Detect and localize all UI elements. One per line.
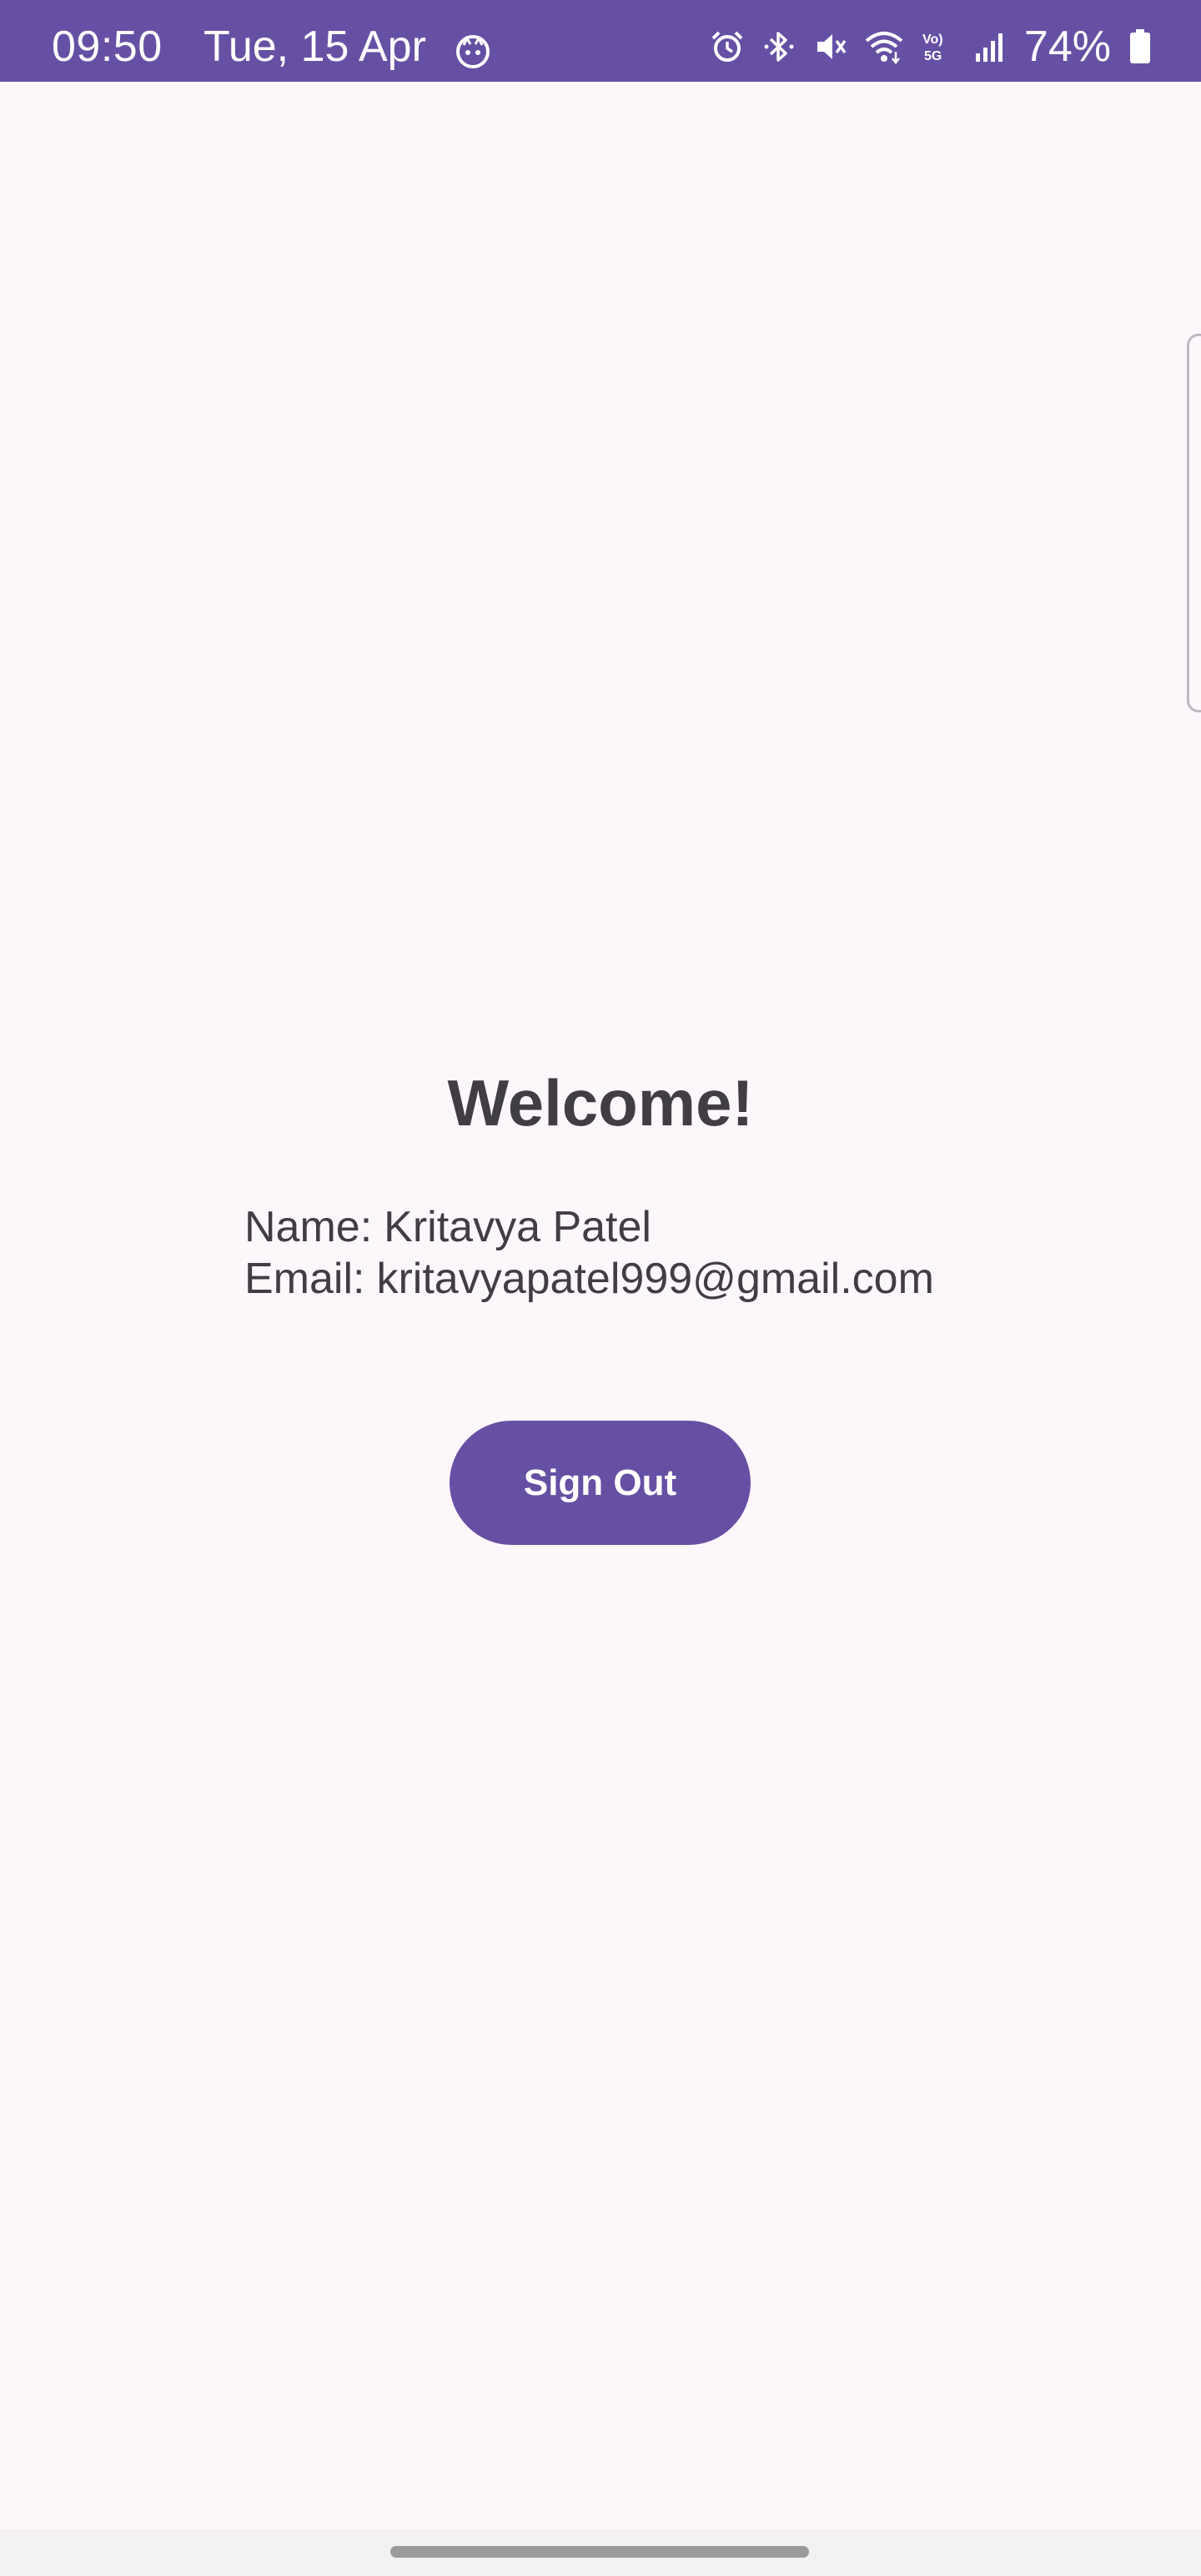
status-icons: Vo) 5G 74% bbox=[709, 22, 1151, 72]
app-notification-icon bbox=[456, 35, 490, 68]
volte-5g-icon: Vo) 5G bbox=[922, 33, 943, 63]
signal-icon bbox=[975, 33, 1003, 62]
screen: 09:50 Tue, 15 Apr Vo) 5G 74% Welcome! Na… bbox=[0, 0, 1201, 2576]
name-value: Kritavya Patel bbox=[384, 1203, 651, 1251]
status-bar: 09:50 Tue, 15 Apr Vo) 5G 74% bbox=[0, 0, 1201, 82]
email-label: Email: bbox=[244, 1255, 365, 1303]
status-date: Tue, 15 Apr bbox=[204, 23, 426, 71]
user-info: Name: Kritavya Patel Email: kritavyapate… bbox=[244, 1201, 934, 1305]
email-row: Email: kritavyapatel999@gmail.com bbox=[244, 1253, 934, 1305]
page-title: Welcome! bbox=[447, 1066, 754, 1140]
mute-icon bbox=[817, 34, 847, 59]
wifi-icon bbox=[865, 32, 903, 65]
svg-text:Vo): Vo) bbox=[922, 33, 943, 47]
battery-percent: 74% bbox=[1023, 23, 1111, 71]
name-label: Name: bbox=[244, 1203, 373, 1251]
navigation-bar bbox=[0, 2529, 1201, 2576]
status-time: 09:50 bbox=[52, 23, 163, 71]
email-value: kritavyapatel999@gmail.com bbox=[376, 1255, 934, 1303]
svg-text:5G: 5G bbox=[924, 49, 942, 63]
battery-icon bbox=[1130, 29, 1150, 63]
bluetooth-icon bbox=[764, 32, 794, 62]
sign-out-button[interactable]: Sign Out bbox=[450, 1421, 751, 1545]
home-gesture-handle[interactable] bbox=[390, 2546, 809, 2558]
alarm-icon bbox=[711, 31, 743, 62]
edge-panel-handle[interactable] bbox=[1187, 334, 1201, 712]
name-row: Name: Kritavya Patel bbox=[244, 1201, 934, 1253]
